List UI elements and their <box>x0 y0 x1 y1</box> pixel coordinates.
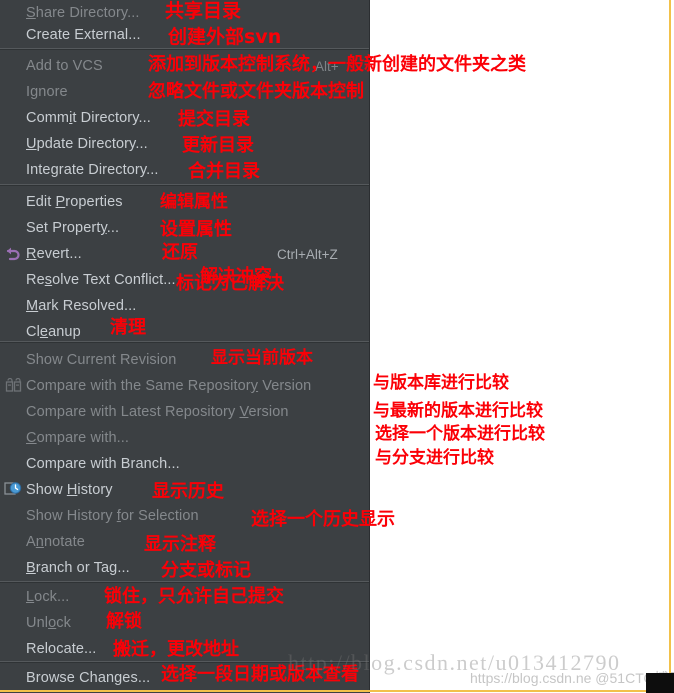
frame-right-border <box>669 0 671 693</box>
menu-item-label: Browse Changes... <box>26 670 151 686</box>
menu-item-label: Share Directory... <box>26 5 140 21</box>
menu-item-compare-with-branch[interactable]: Compare with Branch... <box>0 451 369 477</box>
menu-item-compare-with-the-same-repository-version: Compare with the Same Repository Version <box>0 373 369 399</box>
annotation-text: 显示注释 <box>144 534 216 555</box>
annotation-text: 选择一个版本进行比较 <box>375 424 545 444</box>
annotation-text: 共享目录 <box>165 0 242 22</box>
menu-item-label: Show History for Selection <box>26 508 199 524</box>
menu-item-label: Resolve Text Conflict... <box>26 272 176 288</box>
annotation-text: 与最新的版本进行比较 <box>373 401 543 421</box>
watermark-secondary: https://blog.csdn.ne @51CTO博客 <box>470 670 674 686</box>
annotation-text: 与版本库进行比较 <box>373 373 509 393</box>
menu-item-label: Branch or Tag... <box>26 560 130 576</box>
annotation-text: 添加到版本控制系统，一般新创建的文件夹之类 <box>148 54 526 75</box>
menu-separator-4 <box>0 581 369 582</box>
annotation-text: 创建外部svn <box>168 26 282 48</box>
menu-item-mark-resolved[interactable]: Mark Resolved... <box>0 293 369 319</box>
menu-item-label: Update Directory... <box>26 136 148 152</box>
menu-item-integrate-directory[interactable]: Integrate Directory... <box>0 157 369 183</box>
annotation-text: 设置属性 <box>160 219 232 240</box>
annotation-text: 清理 <box>110 317 146 338</box>
annotation-text: 与分支进行比较 <box>375 448 494 468</box>
menu-item-label: Compare with Branch... <box>26 456 180 472</box>
frame-bottom-border <box>0 690 674 692</box>
menu-item-label: Lock... <box>26 589 70 605</box>
menu-item-label: Compare with... <box>26 430 130 446</box>
menu-item-cleanup[interactable]: Cleanup <box>0 319 369 345</box>
menu-item-label: Unlock <box>26 615 71 631</box>
menu-item-label: Cleanup <box>26 324 81 340</box>
menu-item-label: Integrate Directory... <box>26 162 159 178</box>
annotation-text: 提交目录 <box>178 109 250 130</box>
menu-item-label: Commit Directory... <box>26 110 151 126</box>
menu-item-label: Relocate... <box>26 641 97 657</box>
menu-item-label: Edit Properties <box>26 194 123 210</box>
annotation-text: 还原 <box>162 242 198 263</box>
annotation-text: 显示当前版本 <box>211 348 313 368</box>
screenshot-root: Share Directory... Create External... Add … <box>0 0 674 693</box>
menu-item-label: Ignore <box>26 84 68 100</box>
history-icon <box>3 480 23 500</box>
annotation-text: 编辑属性 <box>160 192 228 212</box>
annotation-text: 解锁 <box>106 611 142 632</box>
menu-item-compare-with: Compare with... <box>0 425 369 451</box>
menu-item-label: Set Property... <box>26 220 120 236</box>
annotation-text: 选择一个历史显示 <box>251 509 395 530</box>
menu-item-label: Create External... <box>26 27 141 43</box>
menu-item-label: Revert... <box>26 246 82 262</box>
annotation-text: 更新目录 <box>182 135 254 156</box>
annotation-text: 忽略文件或文件夹版本控制 <box>148 81 364 102</box>
menu-item-label: Mark Resolved... <box>26 298 137 314</box>
menu-item-label: Compare with Latest Repository Version <box>26 404 289 420</box>
annotation-text: 标记为已解决 <box>176 273 284 294</box>
menu-item-label: Compare with the Same Repository Version <box>26 378 312 394</box>
menu-item-label: Annotate <box>26 534 85 550</box>
annotation-text: 显示历史 <box>152 481 224 502</box>
menu-item-shortcut: Ctrl+Alt+Z <box>277 246 338 262</box>
menu-item-show-current-revision: Show Current Revision <box>0 347 369 373</box>
menu-separator-2 <box>0 184 369 185</box>
annotation-text: 搬迁，更改地址 <box>113 639 239 660</box>
menu-item-label: Add to VCS <box>26 58 103 74</box>
menu-item-label: Show Current Revision <box>26 352 177 368</box>
revert-icon <box>3 244 23 264</box>
menu-item-label: Show History <box>26 482 113 498</box>
compare-icon <box>3 376 23 396</box>
menu-item-unlock: Unlock <box>0 610 369 636</box>
annotation-text: 锁住，只允许自己提交 <box>104 586 284 607</box>
menu-separator-1 <box>0 48 369 49</box>
annotation-text: 合并目录 <box>188 161 260 182</box>
menu-item-compare-with-latest-repository-version: Compare with Latest Repository Version <box>0 399 369 425</box>
annotation-text: 分支或标记 <box>161 560 251 581</box>
corner-block <box>646 673 674 693</box>
